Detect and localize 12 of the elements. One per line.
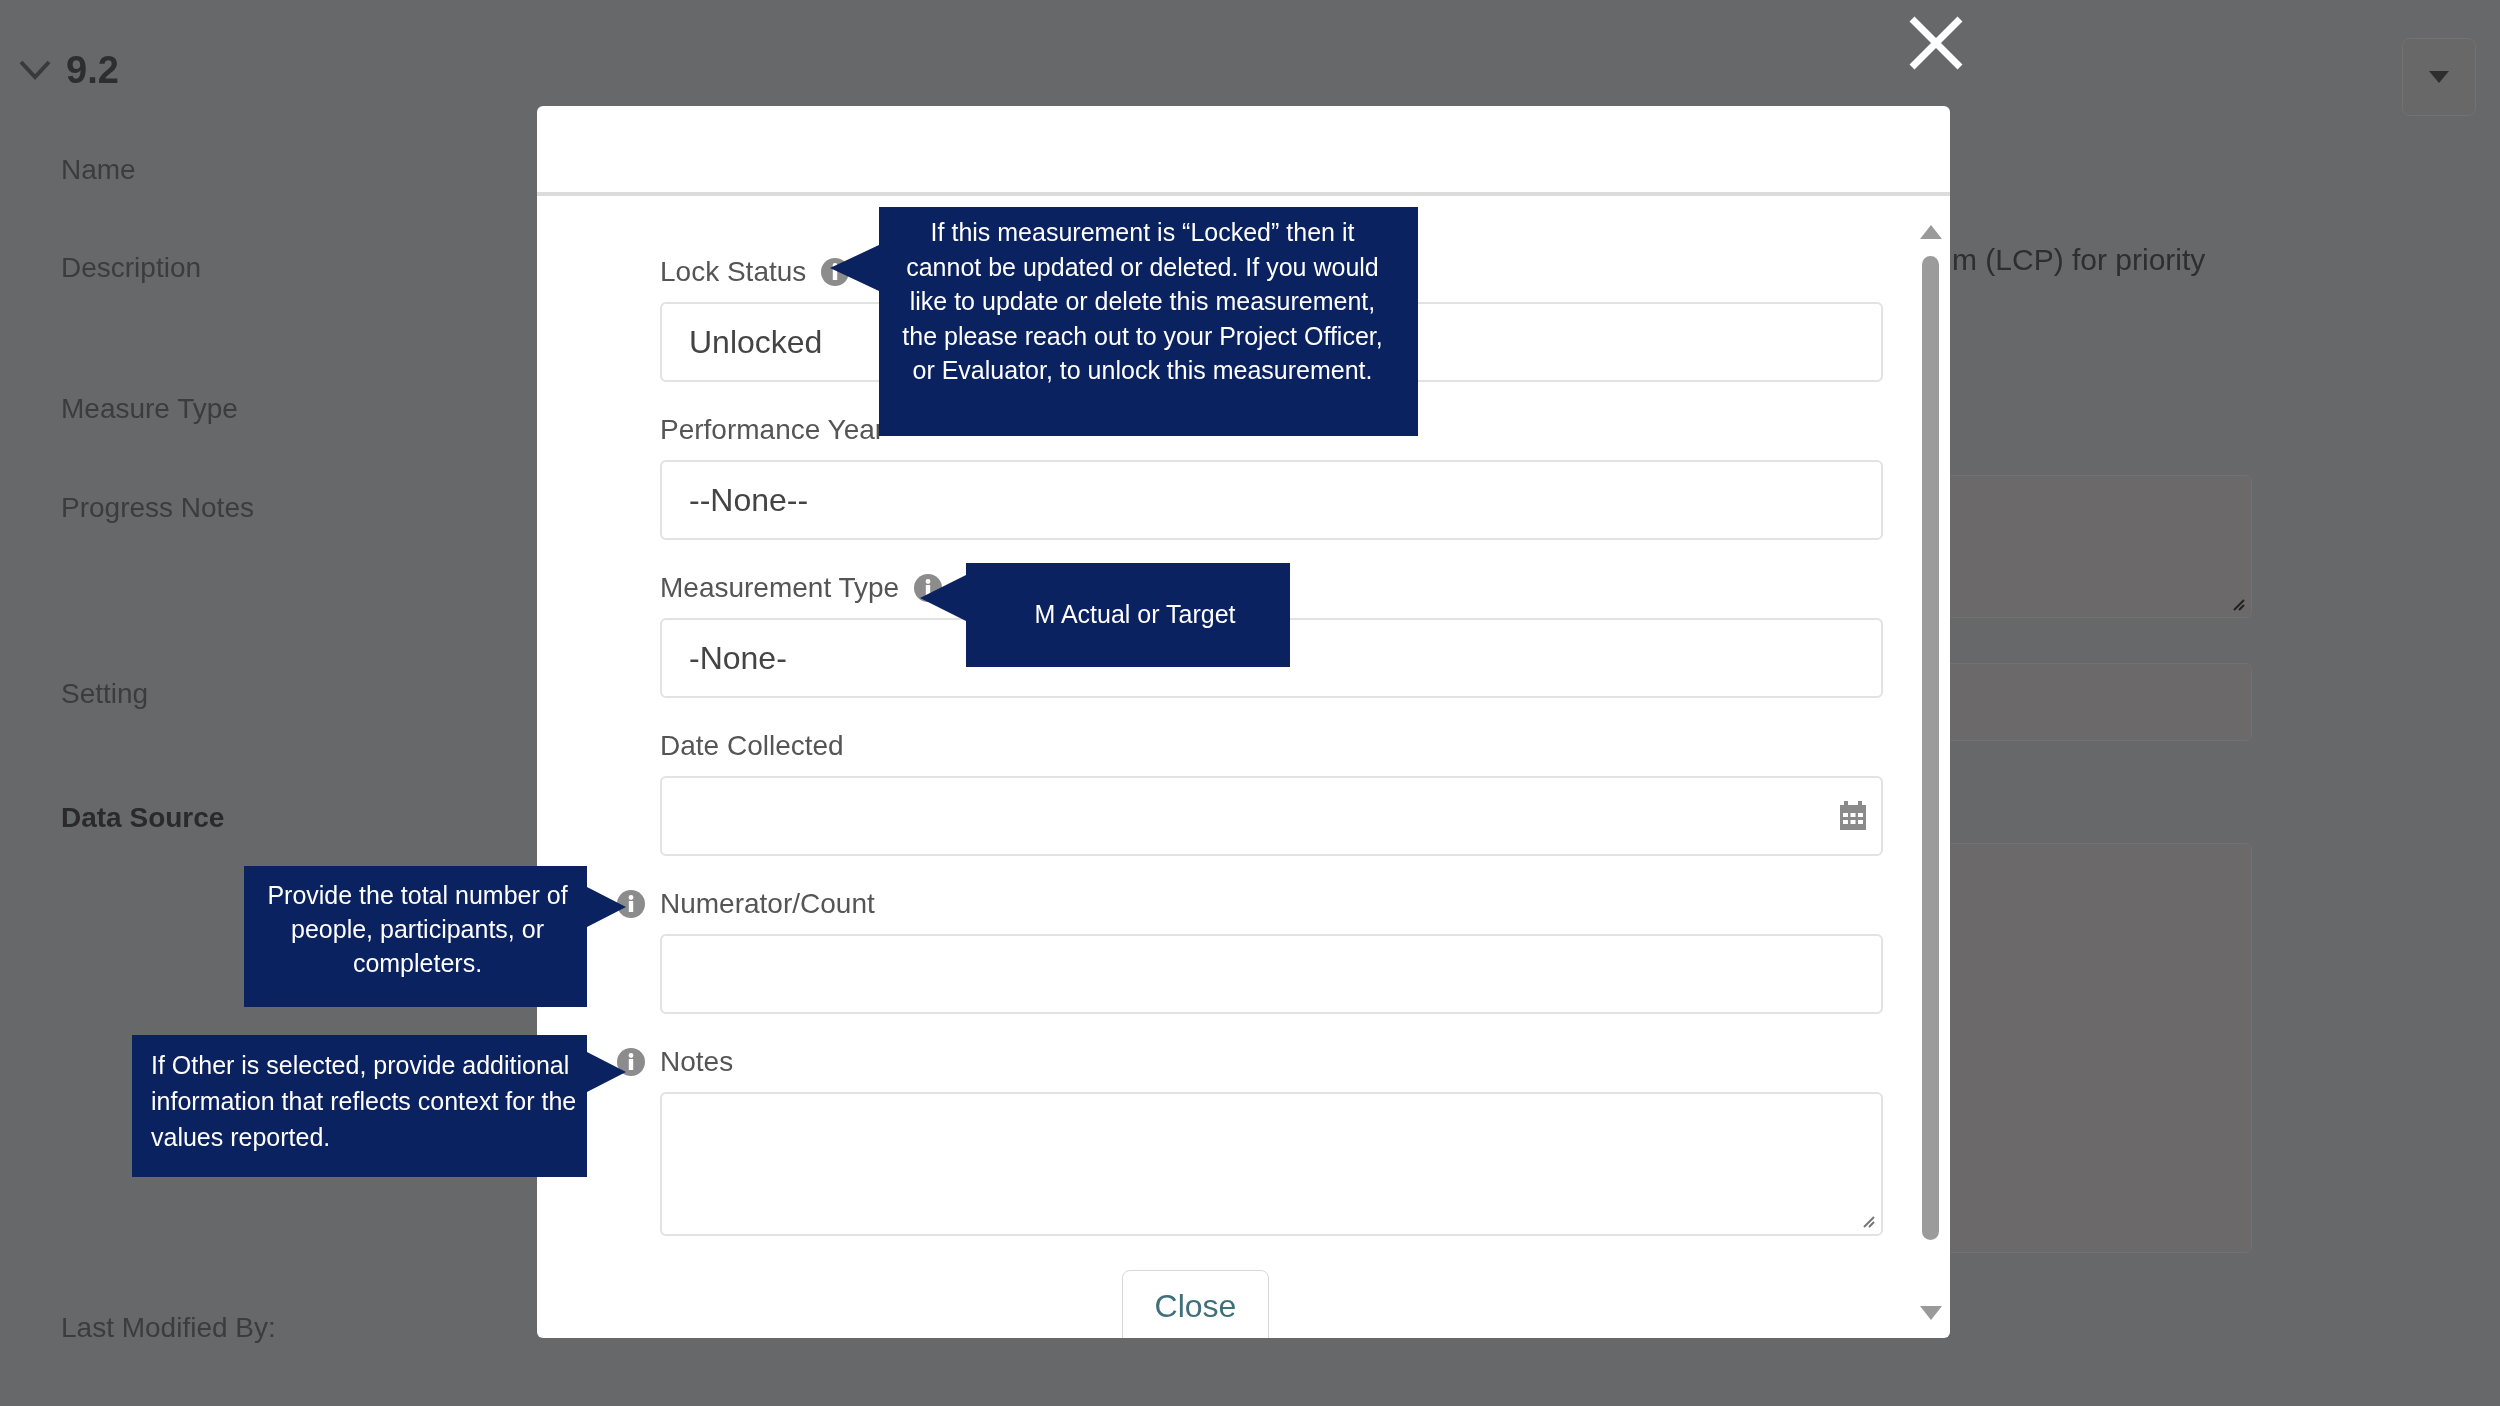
field-label: Measurement Type [660,571,900,605]
field-label: Numerator/Count [660,887,875,921]
callout-tooltip: M Actual or Target [920,563,1290,667]
callout-tooltip: If Other is selected, provide additional information that reflects context for the values reported. [132,1035,626,1177]
section-title: 9.2 [66,50,119,90]
description-text: m (LCP) for priority [1952,242,2206,278]
field-label: Performance Year [660,413,885,447]
field-label: Data Source [61,801,225,835]
callout-tooltip: Provide the total number of people, participants, or completers. [244,866,626,1007]
field-label: Notes [660,1045,734,1079]
field-label: Lock Status [660,255,807,289]
field-label: Date Collected [660,729,844,763]
